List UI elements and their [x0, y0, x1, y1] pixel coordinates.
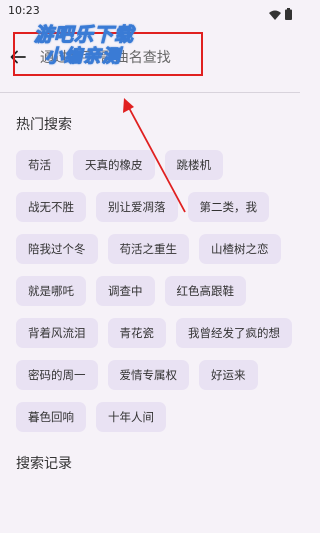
hot-search-chip[interactable]: 天真的橡皮	[73, 150, 155, 180]
hot-search-chip[interactable]: 红色高跟鞋	[164, 276, 246, 306]
hot-search-chip[interactable]: 苟活	[16, 150, 63, 180]
chip-row: 陪我过个冬 苟活之重生 山楂树之恋	[16, 234, 286, 264]
hot-search-chip[interactable]: 山楂树之恋	[199, 234, 281, 264]
hot-search-chip[interactable]: 陪我过个冬	[16, 234, 98, 264]
hot-search-chip[interactable]: 暮色回响	[16, 402, 86, 432]
chip-row: 密码的周一 爱情专属权 好运来	[16, 360, 286, 390]
search-input[interactable]: 通过歌手/歌曲名查找	[32, 45, 284, 71]
hot-search-chip[interactable]: 战无不胜	[16, 192, 86, 222]
search-history-title: 搜索记录	[16, 456, 72, 472]
hot-search-chips: 苟活 天真的橡皮 跳楼机 战无不胜 别让爱凋落 第二类，我 陪我过个冬 苟活之重生 山楂树之恋就…	[16, 150, 292, 444]
hot-search-chip[interactable]: 苟活之重生	[107, 234, 189, 264]
status-bar: 10:23	[0, 0, 300, 22]
hot-search-chip[interactable]: 好运来	[199, 360, 258, 390]
hot-search-chip[interactable]: 青花瓷	[107, 318, 166, 348]
chip-row: 就是哪吒 调查中 红色高跟鞋	[16, 276, 286, 306]
hot-search-chip[interactable]: 第二类，我	[187, 192, 269, 222]
hot-search-chip[interactable]: 背着风流泪	[16, 318, 98, 348]
search-header: 通过歌手/歌曲名查找 游吧乐下载 小编亲测	[0, 22, 300, 92]
hot-search-chip[interactable]: 别让爱凋落	[96, 192, 178, 222]
hot-search-chip[interactable]: 我曾经发了疯的想	[176, 318, 292, 348]
arrow-left-icon	[10, 49, 26, 68]
hot-search-title: 热门搜索	[16, 117, 72, 133]
status-time: 10:23	[8, 4, 40, 17]
hot-search-chip[interactable]: 调查中	[96, 276, 155, 306]
back-button[interactable]	[6, 46, 30, 70]
hot-search-chip[interactable]: 就是哪吒	[16, 276, 86, 306]
watermark-line-1: 游吧乐下载	[33, 24, 135, 47]
hot-search-chip[interactable]: 爱情专属权	[107, 360, 189, 390]
chip-row: 战无不胜 别让爱凋落 第二类，我	[16, 192, 286, 222]
hot-search-chip[interactable]: 跳楼机	[164, 150, 223, 180]
hot-search-chip[interactable]: 十年人间	[96, 402, 166, 432]
header-divider	[0, 92, 300, 93]
chip-row: 暮色回响 十年人间	[16, 402, 286, 432]
chip-row: 苟活 天真的橡皮 跳楼机	[16, 150, 286, 180]
chip-row: 背着风流泪 青花瓷 我曾经发了疯的想	[16, 318, 292, 348]
hot-search-chip[interactable]: 密码的周一	[16, 360, 98, 390]
